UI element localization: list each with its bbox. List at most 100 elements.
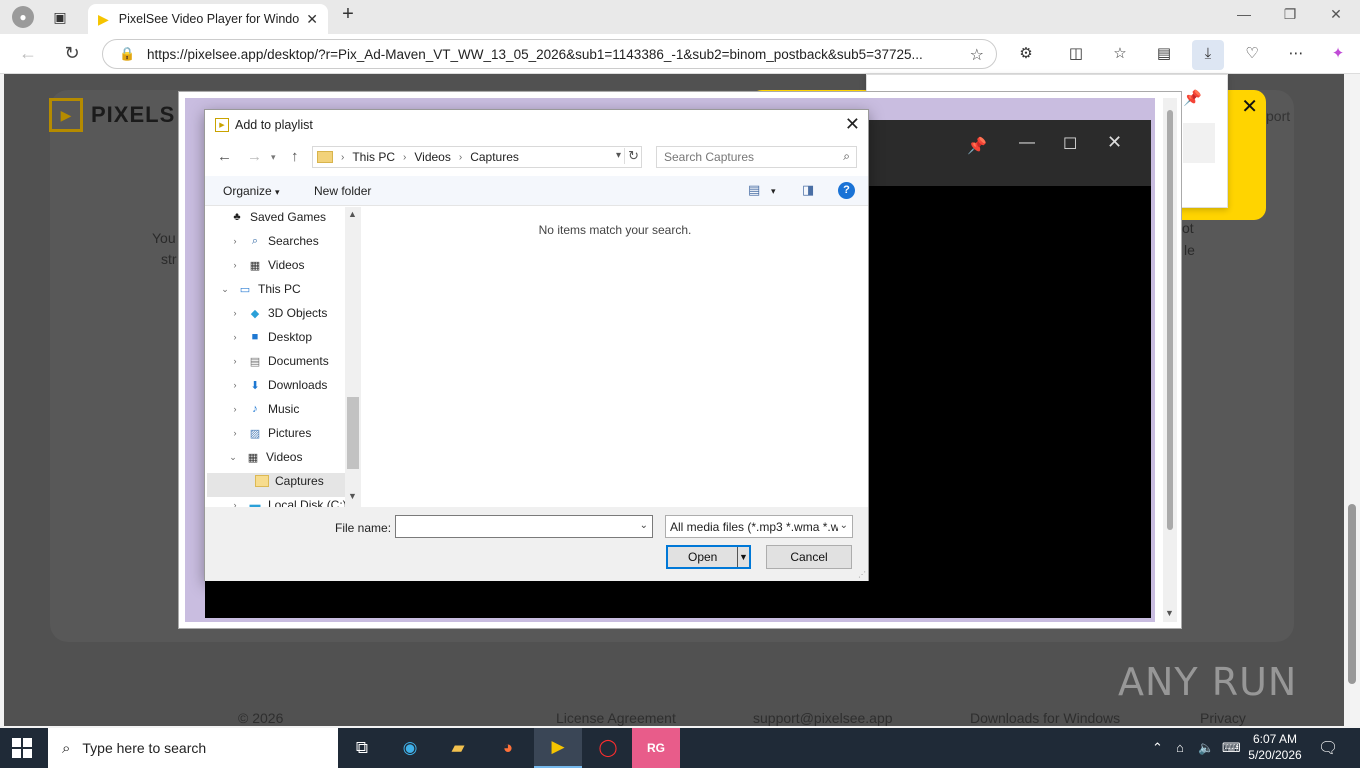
more-menu-icon[interactable]: ⋯	[1284, 44, 1308, 66]
taskbar-search-box[interactable]: ⌕ Type here to search	[48, 728, 338, 768]
download-item[interactable]	[1183, 123, 1215, 163]
page-scrollbar-thumb[interactable]	[1348, 504, 1356, 684]
expand-chevron-icon[interactable]: ›	[229, 236, 241, 246]
footer-support-email[interactable]: support@pixelsee.app	[753, 710, 893, 726]
minimize-icon[interactable]: —	[1230, 6, 1258, 22]
tree-item-music[interactable]: › ♪ Music	[229, 397, 300, 421]
file-name-input[interactable]: ⌄	[395, 515, 653, 538]
search-captures-input[interactable]: Search Captures ⌕	[656, 146, 857, 168]
breadcrumb-this-pc[interactable]: This PC	[352, 150, 395, 164]
view-options-icon[interactable]: ▤	[748, 182, 760, 198]
tree-scroll-up-icon[interactable]: ▲	[348, 209, 357, 219]
profile-avatar-icon[interactable]: ●	[12, 6, 34, 28]
opera-icon[interactable]: ◯	[584, 728, 632, 768]
system-clock[interactable]: 6:07 AM 5/20/2026	[1246, 731, 1304, 763]
breadcrumb-captures[interactable]: Captures	[470, 150, 519, 164]
player-scrollbar[interactable]: ▼	[1163, 98, 1177, 622]
support-link[interactable]: port	[1266, 108, 1290, 124]
page-scrollbar[interactable]	[1344, 74, 1360, 726]
lock-icon[interactable]: 🔒	[119, 46, 135, 62]
tree-item-searches[interactable]: › ⌕ Searches	[229, 229, 319, 253]
file-name-dropdown-icon[interactable]: ⌄	[640, 520, 648, 531]
rg-app-icon[interactable]: RG	[632, 728, 680, 768]
dialog-close-icon[interactable]: ✕	[845, 114, 860, 135]
tree-item-saved-games[interactable]: ♣ Saved Games	[229, 207, 326, 229]
collapse-chevron-icon[interactable]: ⌄	[227, 452, 239, 463]
player-maximize-icon[interactable]: ☐	[1063, 134, 1077, 154]
breadcrumb-dropdown-icon[interactable]: ▾	[616, 150, 621, 161]
player-scroll-down-icon[interactable]: ▼	[1165, 608, 1174, 618]
tree-item-3d-objects[interactable]: › ◆ 3D Objects	[229, 301, 328, 325]
notifications-icon[interactable]: 🗨	[1318, 738, 1338, 758]
expand-chevron-icon[interactable]: ›	[229, 404, 241, 414]
tree-item-pictures[interactable]: › ▨ Pictures	[229, 421, 312, 445]
footer-downloads-link[interactable]: Downloads for Windows	[970, 710, 1120, 726]
tree-item-desktop[interactable]: › ■ Desktop	[229, 325, 313, 349]
collections-icon[interactable]: ▤	[1152, 44, 1176, 66]
player-scrollbar-thumb[interactable]	[1167, 110, 1173, 530]
search-icon[interactable]: ⌕	[843, 149, 850, 164]
split-screen-icon[interactable]: ◫	[1064, 44, 1088, 66]
new-tab-icon[interactable]: +	[338, 3, 358, 25]
expand-chevron-icon[interactable]: ›	[229, 332, 241, 342]
file-type-dropdown-icon[interactable]: ⌄	[837, 520, 848, 531]
tree-item-documents[interactable]: › ▤ Documents	[229, 349, 329, 373]
open-button[interactable]: Open ▼	[666, 545, 751, 569]
tray-overflow-icon[interactable]: ⌃	[1152, 740, 1163, 756]
url-field[interactable]: 🔒 https://pixelsee.app/desktop/?r=Pix_Ad…	[102, 39, 997, 69]
new-folder-button[interactable]: New folder	[314, 184, 371, 198]
tab-close-icon[interactable]: ✕	[306, 11, 318, 28]
footer-privacy-link[interactable]: Privacy	[1200, 710, 1246, 726]
preview-pane-icon[interactable]: ◨	[802, 182, 814, 198]
tree-item-videos[interactable]: ⌄ ▦ Videos	[227, 445, 302, 469]
player-minimize-icon[interactable]: —	[1019, 134, 1035, 152]
expand-chevron-icon[interactable]: ›	[229, 356, 241, 366]
edge-icon[interactable]: ◉	[386, 728, 434, 768]
address-breadcrumb[interactable]: › This PC › Videos › Captures ▾ ↻	[312, 146, 642, 168]
dialog-back-icon[interactable]: ←	[217, 148, 232, 165]
browser-essentials-icon[interactable]: ♡	[1240, 44, 1264, 66]
file-type-select[interactable]: All media files (*.mp3 *.wma *.w ⌄	[665, 515, 853, 538]
expand-chevron-icon[interactable]: ›	[229, 380, 241, 390]
input-method-icon[interactable]: ⌨	[1222, 740, 1241, 756]
pixelsee-taskbar-icon[interactable]: ▶	[534, 728, 582, 768]
refresh-icon[interactable]: ↻	[60, 43, 84, 65]
downloads-icon[interactable]: ⤓	[1192, 40, 1224, 70]
favorites-icon[interactable]: ☆	[1108, 44, 1132, 66]
player-pin-icon[interactable]: 📌	[967, 136, 987, 156]
up-folder-icon[interactable]: ↑	[291, 148, 299, 165]
expand-chevron-icon[interactable]: ›	[229, 428, 241, 438]
file-list-area[interactable]: No items match your search.	[362, 207, 868, 507]
tree-scroll-down-icon[interactable]: ▼	[348, 491, 357, 501]
volume-icon[interactable]: 🔈	[1198, 740, 1214, 756]
tree-scrollbar-thumb[interactable]	[347, 397, 359, 469]
task-view-icon[interactable]: ⧉	[338, 728, 386, 768]
firefox-icon[interactable]: ◕	[484, 728, 532, 768]
expand-chevron-icon[interactable]: ›	[229, 260, 241, 270]
refresh-folder-icon[interactable]: ↻	[624, 148, 639, 164]
favorite-star-icon[interactable]: ☆	[970, 45, 984, 65]
back-icon[interactable]: ←	[16, 43, 40, 65]
dialog-forward-icon[interactable]: →	[247, 148, 262, 165]
pin-icon[interactable]: 📌	[1183, 89, 1202, 107]
view-dropdown-icon[interactable]: ▾	[771, 186, 776, 197]
popup-close-icon[interactable]: ✕	[1241, 94, 1258, 119]
footer-license-link[interactable]: License Agreement	[556, 710, 676, 726]
network-icon[interactable]: ⌂	[1176, 740, 1184, 755]
start-button[interactable]	[12, 738, 32, 758]
window-close-icon[interactable]: ✕	[1322, 6, 1350, 23]
tree-item-captures[interactable]: Captures	[255, 469, 324, 493]
tree-item-local-disk[interactable]: › ▬ Local Disk (C:)	[229, 493, 347, 507]
active-tab[interactable]: ▶ PixelSee Video Player for Windows ✕	[88, 4, 328, 34]
tab-actions-icon[interactable]: ▣	[50, 8, 70, 26]
extensions-icon[interactable]: ⚙	[1014, 44, 1038, 66]
tree-item-videos-user[interactable]: › ▦ Videos	[229, 253, 305, 277]
open-split-dropdown-icon[interactable]: ▼	[737, 547, 749, 567]
expand-chevron-icon[interactable]: ›	[229, 308, 241, 318]
restore-icon[interactable]: ❐	[1276, 6, 1304, 23]
expand-chevron-icon[interactable]: ›	[229, 500, 241, 507]
help-icon[interactable]: ?	[838, 182, 855, 199]
collapse-chevron-icon[interactable]: ⌄	[219, 284, 231, 295]
file-explorer-icon[interactable]: ▰	[434, 728, 482, 768]
pixelsee-logo[interactable]: ▶ PIXELS	[49, 98, 175, 132]
